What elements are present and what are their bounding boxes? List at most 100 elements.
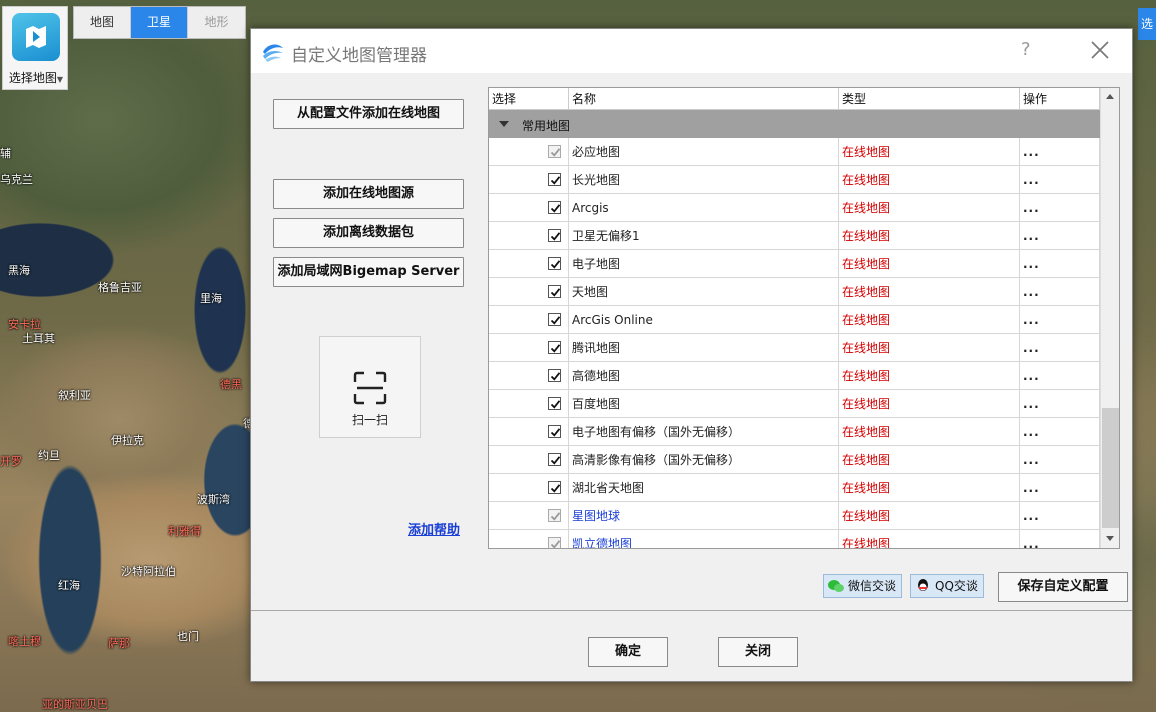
close-icon[interactable] bbox=[1089, 39, 1111, 61]
add-online-source-button[interactable]: 添加在线地图源 bbox=[273, 179, 464, 209]
table-row[interactable]: 必应地图 在线地图... bbox=[489, 138, 1100, 166]
row-actions-button[interactable]: ... bbox=[1020, 138, 1100, 166]
row-actions-button[interactable]: ... bbox=[1020, 194, 1100, 222]
checkmark-icon bbox=[550, 540, 561, 548]
select-cell bbox=[489, 194, 569, 222]
help-icon[interactable]: ? bbox=[1021, 39, 1031, 60]
close-button[interactable]: 关闭 bbox=[718, 637, 798, 667]
row-checkbox[interactable] bbox=[548, 537, 561, 548]
qq-chat-button[interactable]: QQ交谈 bbox=[910, 574, 984, 598]
row-actions-button[interactable]: ... bbox=[1020, 390, 1100, 418]
row-checkbox[interactable] bbox=[548, 201, 561, 214]
row-actions-button[interactable]: ... bbox=[1020, 222, 1100, 250]
map-type-map[interactable]: 地图 bbox=[74, 7, 131, 38]
column-header-type[interactable]: 类型 bbox=[839, 88, 1020, 110]
row-actions-button[interactable]: ... bbox=[1020, 418, 1100, 446]
table-row[interactable]: 腾讯地图 在线地图... bbox=[489, 334, 1100, 362]
map-type-cell: 在线地图 bbox=[839, 474, 1020, 502]
map-label: 土耳其 bbox=[22, 332, 55, 345]
scroll-down-button[interactable] bbox=[1101, 530, 1119, 548]
row-checkbox[interactable] bbox=[548, 341, 561, 354]
row-actions-button[interactable]: ... bbox=[1020, 446, 1100, 474]
wechat-chat-button[interactable]: 微信交谈 bbox=[823, 574, 903, 598]
row-actions-button[interactable]: ... bbox=[1020, 362, 1100, 390]
row-checkbox[interactable] bbox=[548, 509, 561, 522]
row-actions-button[interactable]: ... bbox=[1020, 250, 1100, 278]
row-actions-button[interactable]: ... bbox=[1020, 502, 1100, 530]
vertical-scrollbar[interactable] bbox=[1100, 88, 1119, 548]
table-row[interactable]: 高德地图 在线地图... bbox=[489, 362, 1100, 390]
map-name-cell: 腾讯地图 bbox=[569, 334, 839, 362]
column-header-select[interactable]: 选择 bbox=[489, 88, 569, 110]
scroll-up-button[interactable] bbox=[1101, 88, 1119, 106]
row-checkbox[interactable] bbox=[548, 481, 561, 494]
map-type-cell: 在线地图 bbox=[839, 502, 1020, 530]
add-from-config-button[interactable]: 从配置文件添加在线地图 bbox=[273, 99, 464, 129]
map-label: 红海 bbox=[58, 579, 80, 592]
table-row[interactable]: 凯立德地图 在线地图... bbox=[489, 530, 1100, 548]
map-type-terrain[interactable]: 地形 bbox=[188, 7, 245, 38]
table-header: 选择 名称 类型 操作 bbox=[489, 88, 1100, 110]
map-label: 也门 bbox=[177, 630, 199, 643]
checkmark-icon bbox=[550, 400, 561, 409]
row-checkbox[interactable] bbox=[548, 173, 561, 186]
add-lan-server-button[interactable]: 添加局域网Bigemap Server bbox=[273, 257, 464, 287]
right-edge-select-button[interactable]: 选 bbox=[1138, 8, 1156, 40]
add-offline-pack-button[interactable]: 添加离线数据包 bbox=[273, 218, 464, 248]
row-checkbox[interactable] bbox=[548, 369, 561, 382]
map-type-cell: 在线地图 bbox=[839, 250, 1020, 278]
map-label: 格鲁吉亚 bbox=[98, 281, 142, 294]
add-help-link[interactable]: 添加帮助 bbox=[408, 519, 460, 538]
map-label: 利雅得 bbox=[168, 525, 201, 538]
map-label: 开罗 bbox=[0, 455, 22, 468]
row-checkbox[interactable] bbox=[548, 425, 561, 438]
row-actions-button[interactable]: ... bbox=[1020, 166, 1100, 194]
select-map-button[interactable]: 选择地图▼ bbox=[2, 6, 68, 90]
row-actions-button[interactable]: ... bbox=[1020, 474, 1100, 502]
row-checkbox[interactable] bbox=[548, 229, 561, 242]
scan-qr-button[interactable]: 扫一扫 bbox=[319, 336, 421, 438]
column-header-ops[interactable]: 操作 bbox=[1020, 88, 1100, 110]
select-map-text: 选择地图 bbox=[8, 71, 57, 85]
row-actions-button[interactable]: ... bbox=[1020, 530, 1100, 548]
table-row[interactable]: 湖北省天地图 在线地图... bbox=[489, 474, 1100, 502]
checkmark-icon bbox=[550, 456, 561, 465]
table-row[interactable]: ArcGis Online 在线地图... bbox=[489, 306, 1100, 334]
row-actions-button[interactable]: ... bbox=[1020, 306, 1100, 334]
row-checkbox[interactable] bbox=[548, 397, 561, 410]
select-cell bbox=[489, 362, 569, 390]
map-type-satellite[interactable]: 卫星 bbox=[131, 7, 188, 38]
row-actions-button[interactable]: ... bbox=[1020, 278, 1100, 306]
map-type-cell: 在线地图 bbox=[839, 362, 1020, 390]
column-header-name[interactable]: 名称 bbox=[569, 88, 839, 110]
scroll-thumb[interactable] bbox=[1102, 408, 1119, 528]
group-row-common-maps[interactable]: 常用地图 bbox=[489, 110, 1100, 138]
table-row[interactable]: 电子地图有偏移（国外无偏移） 在线地图... bbox=[489, 418, 1100, 446]
checkmark-icon bbox=[550, 428, 561, 437]
checkmark-icon bbox=[550, 316, 561, 325]
table-row[interactable]: Arcgis 在线地图... bbox=[489, 194, 1100, 222]
table-row[interactable]: 长光地图 在线地图... bbox=[489, 166, 1100, 194]
row-checkbox[interactable] bbox=[548, 313, 561, 326]
table-row[interactable]: 电子地图 在线地图... bbox=[489, 250, 1100, 278]
row-checkbox[interactable] bbox=[548, 285, 561, 298]
ok-button[interactable]: 确定 bbox=[588, 637, 668, 667]
row-checkbox[interactable] bbox=[548, 453, 561, 466]
save-custom-config-button[interactable]: 保存自定义配置 bbox=[998, 572, 1128, 602]
table-row[interactable]: 百度地图 在线地图... bbox=[489, 390, 1100, 418]
select-cell bbox=[489, 474, 569, 502]
table-row[interactable]: 高清影像有偏移（国外无偏移） 在线地图... bbox=[489, 446, 1100, 474]
map-label: 波斯湾 bbox=[197, 493, 230, 506]
select-cell bbox=[489, 222, 569, 250]
checkmark-icon bbox=[550, 176, 561, 185]
row-checkbox[interactable] bbox=[548, 145, 561, 158]
expand-arrow-icon[interactable] bbox=[499, 121, 509, 127]
table-row[interactable]: 卫星无偏移1 在线地图... bbox=[489, 222, 1100, 250]
row-actions-button[interactable]: ... bbox=[1020, 334, 1100, 362]
row-checkbox[interactable] bbox=[548, 257, 561, 270]
map-type-cell: 在线地图 bbox=[839, 306, 1020, 334]
map-label: 沙特阿拉伯 bbox=[121, 565, 176, 578]
table-row[interactable]: 星图地球 在线地图... bbox=[489, 502, 1100, 530]
map-name-cell: 电子地图 bbox=[569, 250, 839, 278]
table-row[interactable]: 天地图 在线地图... bbox=[489, 278, 1100, 306]
